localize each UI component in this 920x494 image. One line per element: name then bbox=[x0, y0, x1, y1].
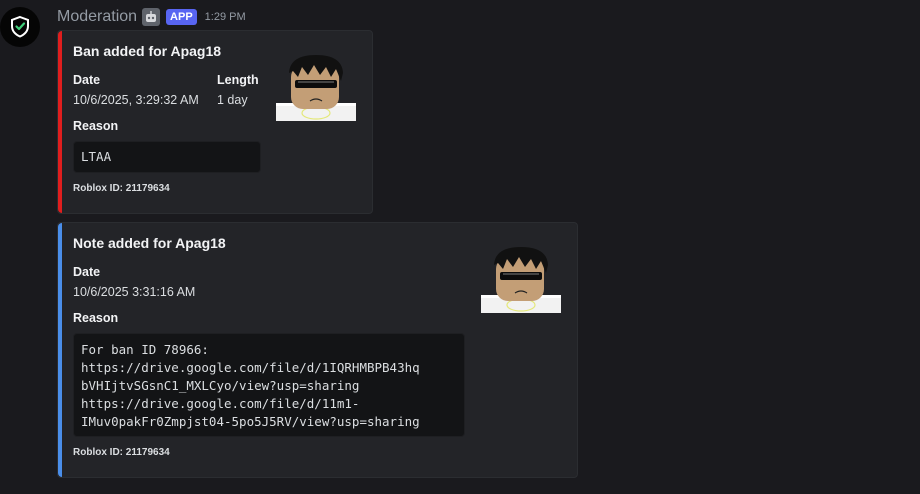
reason-codeblock[interactable]: For ban ID 78966: https://drive.google.c… bbox=[73, 333, 465, 437]
robot-icon bbox=[142, 8, 161, 26]
field-name-date: Date bbox=[73, 265, 101, 279]
message-timestamp[interactable]: 1:29 PM bbox=[205, 11, 246, 23]
embed-title: Note added for Apag18 bbox=[73, 235, 226, 251]
roblox-avatar-thumbnail[interactable] bbox=[276, 47, 356, 127]
field-name-length: Length bbox=[217, 73, 259, 87]
embed-footer: Roblox ID: 21179634 bbox=[73, 183, 170, 194]
bot-avatar[interactable] bbox=[0, 7, 40, 47]
ban-embed: Ban added for Apag18 Date 10/6/2025, 3:2… bbox=[57, 30, 373, 214]
app-badge: APP bbox=[166, 9, 197, 25]
field-value-length: 1 day bbox=[217, 93, 248, 107]
embed-accent-bar bbox=[58, 31, 62, 213]
field-name-date: Date bbox=[73, 73, 101, 87]
field-name-reason: Reason bbox=[73, 311, 119, 325]
roblox-avatar-thumbnail[interactable] bbox=[481, 239, 561, 319]
field-value-date: 10/6/2025 3:31:16 AM bbox=[73, 285, 196, 299]
field-value-date: 10/6/2025, 3:29:32 AM bbox=[73, 93, 199, 107]
embed-title: Ban added for Apag18 bbox=[73, 43, 222, 59]
embed-accent-bar bbox=[58, 223, 62, 477]
message-header: Moderation APP 1:29 PM bbox=[57, 6, 246, 28]
note-embed: Note added for Apag18 Date 10/6/2025 3:3… bbox=[57, 222, 578, 478]
shield-check-icon bbox=[11, 15, 29, 38]
field-name-reason: Reason bbox=[73, 119, 119, 133]
embed-footer: Roblox ID: 21179634 bbox=[73, 447, 170, 458]
reason-codeblock[interactable]: LTAA bbox=[73, 141, 261, 173]
author-name[interactable]: Moderation bbox=[57, 8, 137, 26]
